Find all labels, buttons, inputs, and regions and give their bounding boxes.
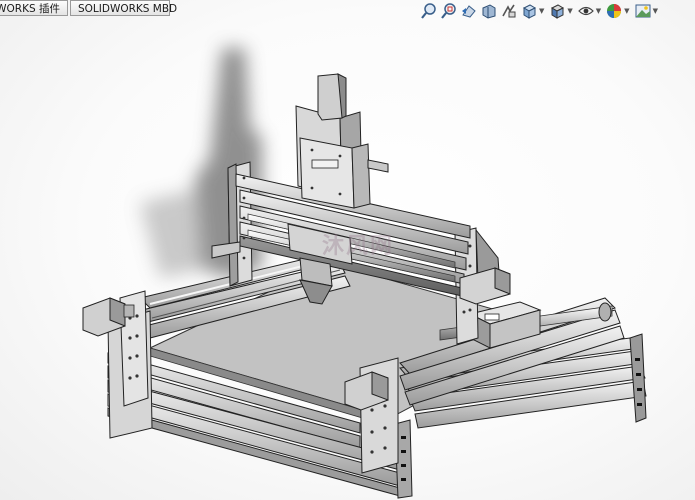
- tab-solidworks-mbd[interactable]: SOLIDWORKS MBD: [70, 0, 177, 16]
- cnc-router-model[interactable]: [82, 73, 647, 499]
- chevron-down-icon[interactable]: ▼: [539, 7, 544, 15]
- tab-solidworks-addins[interactable]: SOLIDWORKS 插件: [0, 0, 68, 16]
- command-manager-tabs: SOLIDWORKS 插件 SOLIDWORKS MBD: [0, 0, 177, 17]
- chevron-down-icon[interactable]: ▼: [567, 7, 572, 15]
- watermark-text: 沐风网: [322, 234, 395, 259]
- tab-solidworks-mbd-label: SOLIDWORKS MBD: [78, 3, 178, 15]
- tab-solidworks-addins-label: SOLIDWORKS 插件: [0, 3, 60, 15]
- chevron-down-icon[interactable]: ▼: [624, 7, 629, 15]
- left-motor-assembly: [82, 290, 153, 439]
- chevron-down-icon[interactable]: ▼: [596, 7, 601, 15]
- chevron-down-icon[interactable]: ▼: [653, 7, 658, 15]
